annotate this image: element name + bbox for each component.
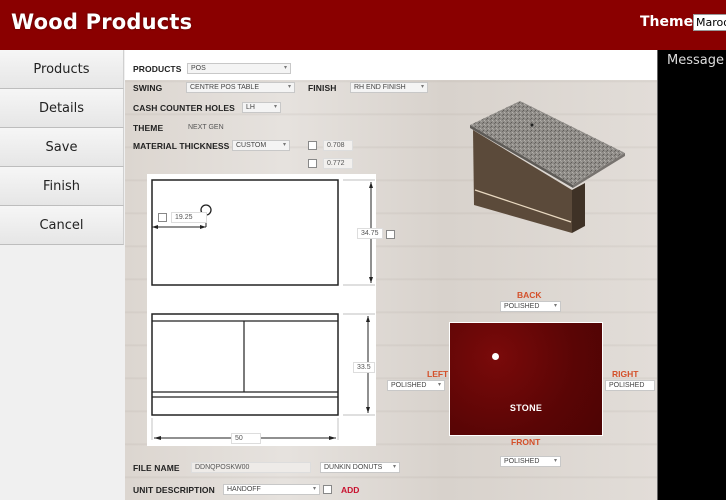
sidebar: Products Details Save Finish Cancel xyxy=(0,50,125,500)
file-name-input[interactable]: DDNQPOSKW00 xyxy=(191,462,311,473)
width-input[interactable]: 50 xyxy=(231,433,261,444)
brand-value: DUNKIN DONUTS xyxy=(324,464,383,471)
swing-select-value: CENTRE POS TABLE xyxy=(190,84,259,91)
back-edge-select[interactable]: POLISHED ▾ xyxy=(500,301,561,312)
arrow-up-icon xyxy=(366,316,370,322)
chevron-down-icon: ▾ xyxy=(553,303,557,309)
back-label: BACK xyxy=(517,290,542,300)
cabinet-side-face xyxy=(572,183,585,233)
theme-label: Theme xyxy=(640,14,694,30)
file-name-label: FILE NAME xyxy=(133,463,180,473)
app-title: Wood Products xyxy=(11,10,193,34)
finish-button[interactable]: Finish xyxy=(0,167,124,206)
chevron-down-icon: ▾ xyxy=(273,104,277,110)
technical-drawing: 19.25 34.75 33.5 50 xyxy=(147,174,383,446)
left-label: LEFT xyxy=(427,369,449,379)
add-button[interactable]: ADD xyxy=(341,485,359,495)
front-view-outline xyxy=(151,313,339,416)
message-panel: Message xyxy=(657,50,726,500)
unit-description-checkbox[interactable] xyxy=(323,485,332,494)
top-hole-icon xyxy=(530,123,534,127)
unit-description-select[interactable]: HANDOFF ▾ xyxy=(223,484,320,495)
unit-description-label: UNIT DESCRIPTION xyxy=(133,485,215,495)
cancel-button[interactable]: Cancel xyxy=(0,206,124,245)
chevron-down-icon: ▾ xyxy=(392,464,396,470)
swing-select[interactable]: CENTRE POS TABLE ▾ xyxy=(186,82,295,93)
finish-label: FINISH xyxy=(308,83,337,93)
chevron-down-icon: ▾ xyxy=(420,84,424,90)
stone-top-preview[interactable]: STONE xyxy=(449,322,603,436)
swing-label: SWING xyxy=(133,83,163,93)
cash-counter-holes-label: CASH COUNTER HOLES xyxy=(133,103,235,113)
products-select-value: POS xyxy=(191,65,206,72)
material-label: STONE xyxy=(509,403,543,413)
finish-select[interactable]: RH END FINISH ▾ xyxy=(350,82,428,93)
thickness-0708-value: 0.708 xyxy=(323,140,353,151)
chevron-down-icon: ▾ xyxy=(437,382,441,388)
arrow-right-icon xyxy=(329,436,336,440)
back-edge-value: POLISHED xyxy=(504,303,540,310)
message-title: Message xyxy=(667,53,724,68)
finish-select-value: RH END FINISH xyxy=(354,84,406,91)
depth-input[interactable]: 34.75 xyxy=(357,228,383,239)
unit-description-value: HANDOFF xyxy=(227,486,261,493)
products-label: PRODUCTS xyxy=(133,64,182,74)
left-edge-select[interactable]: POLISHED ▾ xyxy=(387,380,445,391)
details-button[interactable]: Details xyxy=(0,89,124,128)
cash-hole-marker[interactable] xyxy=(492,353,499,360)
products-select[interactable]: POS ▾ xyxy=(187,63,291,74)
arrow-left-icon xyxy=(154,436,161,440)
chevron-down-icon: ▾ xyxy=(287,84,291,90)
depth-checkbox[interactable] xyxy=(386,230,395,239)
chevron-down-icon: ▾ xyxy=(282,142,286,148)
arrow-down-icon xyxy=(369,277,373,283)
material-thickness-select[interactable]: CUSTOM ▾ xyxy=(232,140,290,151)
app-header: Wood Products Theme Maroon xyxy=(0,0,726,50)
chevron-down-icon: ▾ xyxy=(553,458,557,464)
theme-select[interactable]: Maroon xyxy=(693,14,726,31)
material-thickness-value: CUSTOM xyxy=(236,142,267,149)
chevron-down-icon: ▾ xyxy=(312,486,316,492)
right-label: RIGHT xyxy=(612,369,639,379)
cash-counter-holes-value: LH xyxy=(246,104,255,111)
brand-select[interactable]: DUNKIN DONUTS ▾ xyxy=(320,462,400,473)
top-view-outline xyxy=(151,179,339,286)
arrow-down-icon xyxy=(366,407,370,413)
save-button[interactable]: Save xyxy=(0,128,124,167)
right-edge-value: POLISHED xyxy=(609,382,645,389)
products-button[interactable]: Products xyxy=(0,50,124,89)
thickness-0772-checkbox[interactable] xyxy=(308,159,317,168)
hole-offset-checkbox[interactable] xyxy=(158,213,167,222)
thickness-0772-value: 0.772 xyxy=(323,158,353,169)
chevron-down-icon: ▾ xyxy=(283,65,287,71)
thickness-0708-checkbox[interactable] xyxy=(308,141,317,150)
theme-field-label: THEME xyxy=(133,123,164,133)
iso-svg xyxy=(470,101,625,233)
theme-field-value: NEXT GEN xyxy=(188,124,224,131)
front-edge-value: POLISHED xyxy=(504,458,540,465)
front-edge-select[interactable]: POLISHED ▾ xyxy=(500,456,561,467)
hole-offset-input[interactable]: 19.25 xyxy=(171,212,207,223)
configurator-panel: PRODUCTS POS ▾ SWING CENTRE POS TABLE ▾ … xyxy=(125,50,657,500)
front-label: FRONT xyxy=(511,437,541,447)
cash-counter-holes-select[interactable]: LH ▾ xyxy=(242,102,281,113)
arrow-up-icon xyxy=(369,182,373,188)
product-3d-preview xyxy=(470,95,630,235)
material-thickness-label: MATERIAL THICKNESS xyxy=(133,141,230,151)
left-edge-value: POLISHED xyxy=(391,382,427,389)
height-input[interactable]: 33.5 xyxy=(353,362,375,373)
right-edge-select[interactable]: POLISHED xyxy=(605,380,655,391)
